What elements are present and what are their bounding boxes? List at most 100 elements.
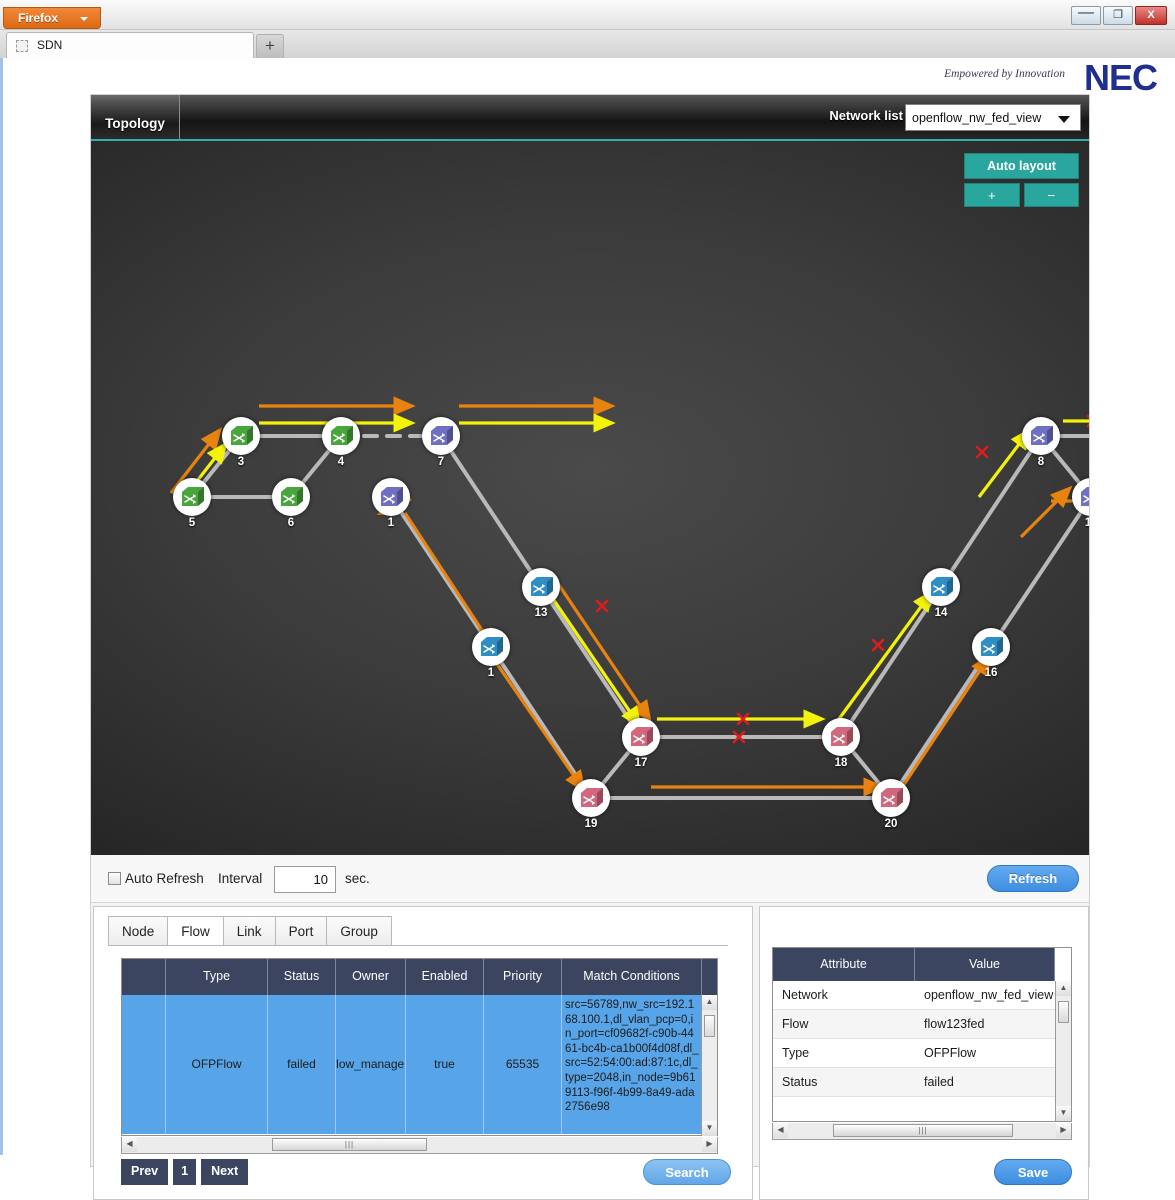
scroll-thumb[interactable]: ||| — [272, 1138, 427, 1151]
flow-table-vertical-scrollbar[interactable]: ▲ ▼ — [701, 995, 717, 1136]
flow-col-header-5[interactable]: Priority — [484, 959, 562, 995]
topology-node-7[interactable]: 7 — [422, 417, 460, 468]
scroll-left-icon[interactable]: ◀ — [773, 1123, 788, 1138]
scroll-up-icon[interactable]: ▲ — [1056, 981, 1071, 996]
brand-tagline: Empowered by Innovation — [944, 68, 1065, 80]
prev-label: Prev — [131, 1164, 159, 1178]
attribute-value: openflow_nw_fed_view — [924, 988, 1054, 1002]
scroll-thumb[interactable]: ||| — [833, 1124, 1013, 1137]
table-row[interactable]: OFPFlow failed flow_manager true 65535 src=56… — [122, 995, 717, 1134]
topology-node-3[interactable]: 3 — [222, 417, 260, 468]
topology-controls: Auto layout + − — [964, 153, 1079, 207]
tab-link[interactable]: Link — [222, 916, 275, 946]
node-label: 18 — [834, 757, 848, 769]
scroll-right-icon[interactable]: ▶ — [702, 1137, 717, 1152]
refresh-button[interactable]: Refresh — [987, 865, 1079, 892]
tab-topology[interactable]: Topology — [91, 95, 180, 139]
attribute-row[interactable]: Status failed — [773, 1068, 1071, 1097]
window-close-button[interactable]: X — [1135, 6, 1167, 25]
topology-canvas[interactable]: 5 6 3 4 7 1 13 1 17 19 18 20 14 16 8 1 A… — [91, 141, 1089, 855]
topology-node-16[interactable]: 16 — [972, 628, 1010, 679]
attribute-row[interactable]: Flow flow123fed — [773, 1010, 1071, 1039]
table-cell — [122, 995, 166, 1134]
chevron-down-icon — [80, 17, 88, 21]
prev-page-button[interactable]: Prev — [121, 1159, 169, 1185]
table-cell: failed — [268, 995, 336, 1134]
flow-col-header-1[interactable]: Type — [166, 959, 268, 995]
flow-col-header-2[interactable]: Status — [268, 959, 336, 995]
scroll-down-icon[interactable]: ▼ — [1056, 1106, 1071, 1121]
scroll-up-icon[interactable]: ▲ — [702, 995, 717, 1010]
topology-node-10[interactable]: 1 — [372, 478, 410, 529]
window-minimize-button[interactable]: — — [1071, 5, 1101, 25]
topology-node-18[interactable]: 18 — [822, 718, 860, 769]
topology-node-5[interactable]: 5 — [173, 478, 211, 529]
attribute-horizontal-scrollbar[interactable]: ◀ ||| ▶ — [772, 1123, 1072, 1140]
sdn-application: Topology Network list openflow_nw_fed_vi… — [90, 94, 1090, 1200]
browser-tab-sdn[interactable]: SDN — [6, 32, 254, 58]
scroll-thumb[interactable] — [1058, 1001, 1069, 1023]
topology-node-20[interactable]: 20 — [872, 779, 910, 830]
search-button[interactable]: Search — [643, 1159, 731, 1185]
next-page-button[interactable]: Next — [201, 1159, 249, 1185]
switch-icon — [378, 484, 404, 510]
flow-col-header-4[interactable]: Enabled — [406, 959, 484, 995]
auto-refresh-checkbox[interactable] — [108, 872, 121, 885]
firefox-menu-button[interactable]: Firefox — [3, 7, 101, 29]
tab-topology-label: Topology — [105, 116, 165, 131]
zoom-in-label: + — [987, 188, 996, 203]
topology-node-15[interactable]: 1 — [472, 628, 510, 679]
tab-flow[interactable]: Flow — [167, 916, 223, 946]
save-button[interactable]: Save — [994, 1159, 1072, 1185]
attribute-vertical-scrollbar[interactable]: ▲ ▼ — [1055, 981, 1071, 1121]
attribute-row[interactable]: Type OFPFlow — [773, 1039, 1071, 1068]
tab-port[interactable]: Port — [274, 916, 327, 946]
zoom-in-button[interactable]: + — [964, 183, 1020, 207]
attribute-value: failed — [924, 1075, 954, 1089]
tab-group[interactable]: Group — [326, 916, 392, 946]
flow-col-header-0[interactable] — [122, 959, 166, 995]
browser-titlebar: Firefox — ❐ X — [0, 0, 1175, 30]
search-label: Search — [665, 1165, 709, 1180]
flow-pager: Prev 1 Next — [121, 1159, 249, 1185]
topology-node-8[interactable]: 8 — [1022, 417, 1060, 468]
zoom-out-button[interactable]: − — [1023, 183, 1079, 207]
topology-node-4[interactable]: 4 — [322, 417, 360, 468]
flow-col-header-3[interactable]: Owner — [336, 959, 406, 995]
topology-node-17[interactable]: 17 — [622, 718, 660, 769]
scroll-thumb[interactable] — [704, 1015, 715, 1037]
network-list-select[interactable]: openflow_nw_fed_view — [905, 104, 1081, 131]
tab-node[interactable]: Node — [108, 916, 168, 946]
topology-node-13[interactable]: 13 — [522, 568, 560, 619]
flow-table-header: Type Status Owner Enabled Priority Match Cond… — [122, 959, 717, 995]
flow-col-header-6[interactable]: Match Conditions — [562, 959, 702, 995]
node-label: 16 — [984, 667, 998, 679]
favicon-placeholder-icon — [16, 40, 28, 52]
tab-label: Port — [288, 924, 314, 939]
node-label: 20 — [884, 818, 898, 830]
switch-icon — [478, 634, 504, 660]
tab-label: Group — [340, 924, 378, 939]
topology-node-19[interactable]: 19 — [572, 779, 610, 830]
new-tab-button[interactable]: + — [256, 34, 284, 58]
page-number-button[interactable]: 1 — [173, 1159, 197, 1185]
scroll-left-icon[interactable]: ◀ — [122, 1137, 137, 1152]
window-maximize-button[interactable]: ❐ — [1103, 6, 1133, 25]
topology-links — [169, 396, 1089, 800]
topology-node-6[interactable]: 6 — [272, 478, 310, 529]
attribute-col-header-1[interactable]: Value — [915, 948, 1055, 981]
interval-input[interactable]: 10 — [274, 866, 336, 893]
attribute-col-header-0[interactable]: Attribute — [773, 948, 915, 981]
flow-table-horizontal-scrollbar[interactable]: ◀ ||| ▶ — [121, 1137, 718, 1154]
topology-node-14[interactable]: 14 — [922, 568, 960, 619]
switch-icon — [328, 423, 354, 449]
scroll-down-icon[interactable]: ▼ — [702, 1121, 717, 1136]
topology-node-11[interactable]: 11 — [1072, 478, 1089, 529]
interval-value: 10 — [313, 872, 328, 887]
node-label: 19 — [584, 818, 598, 830]
auto-layout-button[interactable]: Auto layout — [964, 153, 1079, 179]
scroll-right-icon[interactable]: ▶ — [1056, 1123, 1071, 1138]
attribute-name: Network — [782, 988, 828, 1002]
attribute-row[interactable]: Network openflow_nw_fed_view — [773, 981, 1071, 1010]
node-label: 11 — [1084, 517, 1089, 529]
